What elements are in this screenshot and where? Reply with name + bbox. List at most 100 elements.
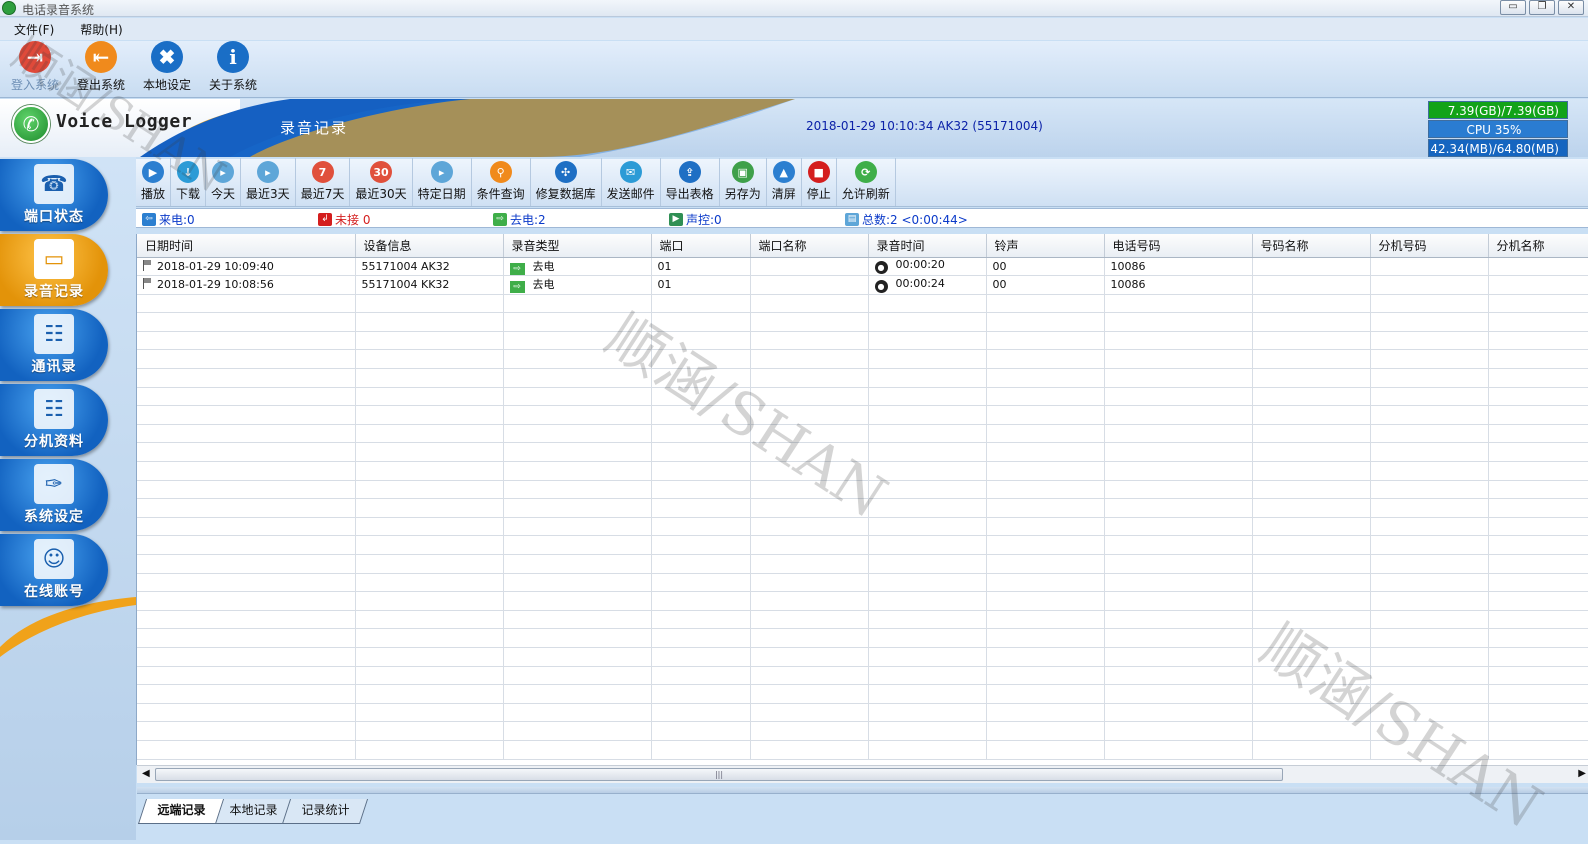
table-row[interactable]	[137, 331, 1588, 351]
record-toolbar-date-button[interactable]: ▸ 特定日期	[413, 158, 472, 206]
toolbar-button-login[interactable]: ⇥ 登入系统	[2, 41, 68, 97]
table-cell	[503, 312, 652, 332]
table-row[interactable]	[137, 740, 1588, 760]
sidebar-item-port-status[interactable]: ☎ 端口状态	[0, 159, 108, 231]
outgoing-call-icon: ⇨	[509, 281, 525, 294]
column-header[interactable]: 录音类型	[503, 234, 652, 258]
table-row[interactable]	[137, 461, 1588, 481]
column-header[interactable]: 端口名称	[750, 234, 869, 258]
table-row[interactable]	[137, 684, 1588, 704]
record-toolbar-mail-button[interactable]: ✉ 发送邮件	[602, 158, 661, 206]
table-cell	[1252, 684, 1371, 704]
sidebar-item-wrench[interactable]: ✑ 系统设定	[0, 459, 108, 531]
table-row[interactable]	[137, 405, 1588, 425]
table-cell	[986, 554, 1105, 574]
table-cell	[750, 442, 869, 463]
table-row[interactable]	[137, 703, 1588, 723]
flag-icon[interactable]	[143, 278, 152, 290]
close-button[interactable]: ✕	[1558, 0, 1584, 15]
voice-control-icon: ▶	[669, 213, 683, 226]
scroll-right-arrow-icon[interactable]: ▶	[1578, 768, 1586, 779]
table-row[interactable]	[137, 294, 1588, 314]
table-row[interactable]	[137, 647, 1588, 667]
table-row[interactable]	[137, 591, 1588, 611]
missed-call-icon: ↲	[318, 213, 332, 226]
table-cell	[651, 573, 751, 593]
toolbar-button-tools[interactable]: ✖ 本地设定	[134, 41, 200, 97]
toolbar-button-logout[interactable]: ⇤ 登出系统	[68, 41, 134, 97]
scrollbar-thumb[interactable]: |||	[155, 768, 1283, 781]
table-row[interactable]	[137, 442, 1588, 463]
table-row[interactable]	[137, 349, 1588, 370]
table-row[interactable]	[137, 721, 1588, 741]
table-row[interactable]	[137, 387, 1588, 407]
table-row[interactable]	[137, 424, 1588, 444]
table-cell	[503, 591, 652, 611]
table-row[interactable]: 2018-01-29 10:09:40 55171004 AK32 ⇨ 去电 01 ● 00…	[137, 257, 1588, 277]
splitter[interactable]	[137, 787, 1588, 794]
record-toolbar-last7days-button[interactable]: 7 最近7天	[296, 158, 351, 206]
column-header[interactable]: 端口	[651, 234, 751, 258]
sidebar-item-online-users[interactable]: ☺ 在线账号	[0, 534, 108, 606]
flag-icon[interactable]	[143, 259, 152, 271]
record-toolbar-play-button[interactable]: ▶ 播放	[136, 158, 172, 206]
record-toolbar-download-button[interactable]: ↓ 下载	[171, 158, 207, 206]
record-toolbar-today-button[interactable]: ▸ 今天	[206, 158, 242, 206]
tab-remote-records[interactable]: 远端记录	[137, 799, 225, 824]
sidebar-item-extension-info[interactable]: ☷ 分机资料	[0, 384, 108, 456]
record-toolbar-export-button[interactable]: ⇪ 导出表格	[661, 158, 720, 206]
table-cell: 01	[651, 257, 751, 277]
table-row[interactable]	[137, 480, 1588, 500]
record-toolbar-save-as-button[interactable]: ▣ 另存为	[720, 158, 767, 206]
menu-help[interactable]: 帮助(H)	[80, 21, 122, 38]
toolbar-button-info[interactable]: i 关于系统	[200, 41, 266, 97]
record-toolbar-clear-screen-button[interactable]: ▲ 清屏	[767, 158, 802, 206]
table-row[interactable]	[137, 312, 1588, 332]
sidebar-item-contacts[interactable]: ☷ 通讯录	[0, 309, 108, 381]
table-cell	[1252, 610, 1371, 630]
table-cell	[868, 740, 987, 760]
table-row[interactable]	[137, 573, 1588, 593]
record-toolbar-label: 最近3天	[246, 187, 290, 201]
minimize-button[interactable]: ▭	[1500, 0, 1526, 15]
microphone-icon[interactable]: ●	[874, 279, 888, 293]
table-row[interactable]	[137, 517, 1588, 537]
column-header[interactable]: 分机号码	[1370, 234, 1489, 258]
table-row[interactable]	[137, 666, 1588, 686]
table-row[interactable]	[137, 368, 1588, 388]
horizontal-scrollbar[interactable]: ◀ ||| ▶	[137, 765, 1588, 783]
table-cell	[355, 535, 504, 555]
record-toolbar-search-button[interactable]: ⚲ 条件查询	[472, 158, 531, 206]
column-header[interactable]: 录音时间	[868, 234, 987, 258]
scroll-left-arrow-icon[interactable]: ◀	[142, 768, 150, 779]
table-row[interactable]	[137, 498, 1588, 518]
microphone-icon[interactable]: ●	[874, 261, 888, 275]
column-header[interactable]: 日期时间	[137, 234, 356, 258]
column-header[interactable]: 号码名称	[1252, 234, 1371, 258]
table-row[interactable]	[137, 535, 1588, 555]
record-toolbar-repair-database-button[interactable]: ✣ 修复数据库	[531, 158, 602, 206]
menu-file[interactable]: 文件(F)	[14, 21, 54, 38]
record-toolbar-refresh-button[interactable]: ⟳ 允许刷新	[837, 158, 896, 206]
outgoing-count: ⇨ 去电:2	[493, 211, 546, 228]
record-toolbar-last30days-button[interactable]: 30 最近30天	[350, 158, 413, 206]
column-header[interactable]: 电话号码	[1104, 234, 1253, 258]
table-row[interactable]	[137, 610, 1588, 630]
record-toolbar-last3days-button[interactable]: ▸ 最近3天	[241, 158, 296, 206]
column-header[interactable]: 铃声	[986, 234, 1105, 258]
table-cell	[1104, 405, 1253, 425]
table-row[interactable]	[137, 628, 1588, 648]
sidebar-item-recording[interactable]: ▭ 录音记录	[0, 234, 108, 306]
table-cell	[750, 647, 869, 667]
record-toolbar-stop-button[interactable]: ■ 停止	[802, 158, 837, 206]
table-cell	[503, 368, 652, 388]
table-row[interactable]: 2018-01-29 10:08:56 55171004 KK32 ⇨ 去电 01 ● 00…	[137, 275, 1588, 295]
table-row[interactable]	[137, 554, 1588, 574]
tab-record-stats[interactable]: 记录统计	[281, 799, 369, 824]
sidebar-item-label: 端口状态	[24, 209, 84, 225]
column-header[interactable]: 设备信息	[355, 234, 504, 258]
column-header[interactable]: 分机名称	[1488, 234, 1588, 258]
restore-button[interactable]: ❐	[1529, 0, 1555, 15]
table-cell: 55171004 AK32	[355, 257, 504, 277]
records-grid[interactable]: 日期时间 设备信息 录音类型 端口 端口名称 录音时间 铃声 电话号码 号码名称 分机号码 分机名称…	[136, 234, 1588, 765]
